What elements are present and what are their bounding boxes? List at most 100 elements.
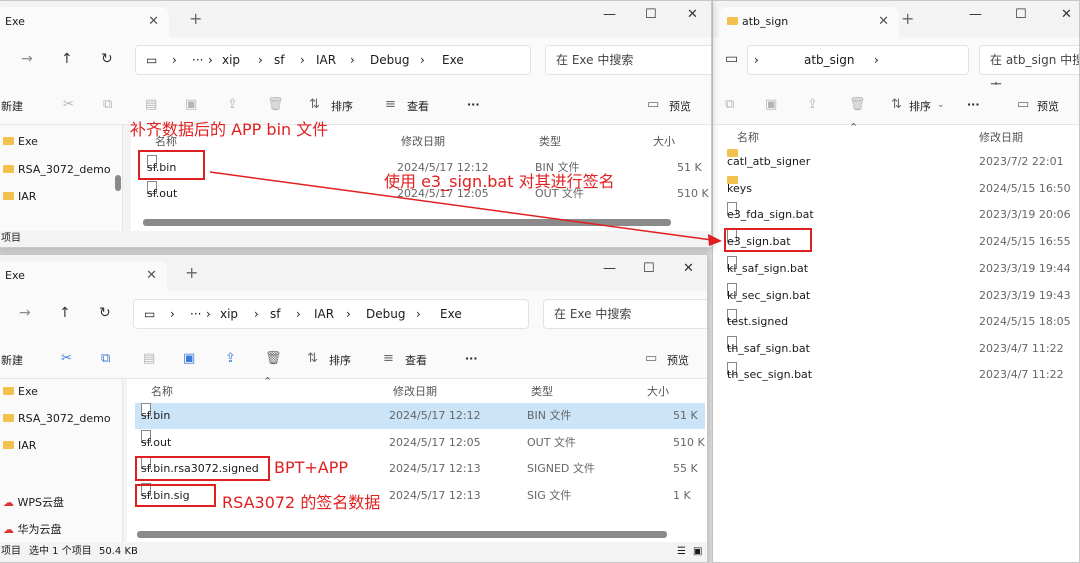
close-tab-icon[interactable]: ✕: [148, 7, 159, 37]
column-header-type[interactable]: 类型: [531, 383, 553, 399]
breadcrumb-iar[interactable]: IAR: [316, 46, 336, 74]
column-header-type[interactable]: 类型: [539, 133, 561, 149]
breadcrumb-iar[interactable]: IAR: [314, 300, 334, 328]
sidebar-scrollbar[interactable]: [115, 175, 121, 191]
new-tab-button[interactable]: +: [189, 9, 202, 28]
preview-icon[interactable]: ▭: [647, 97, 659, 112]
close-tab-icon[interactable]: ✕: [146, 261, 157, 291]
sort-button[interactable]: 排序: [331, 98, 353, 114]
new-tab-button[interactable]: +: [185, 263, 198, 282]
close-tab-icon[interactable]: ✕: [878, 7, 889, 37]
sort-button[interactable]: 排序: [909, 98, 931, 114]
table-row[interactable]: sf.out 2024/5/17 12:05 OUT 文件 510 K: [135, 430, 705, 456]
refresh-icon[interactable]: ↻: [99, 305, 111, 321]
new-button[interactable]: 新建: [1, 352, 23, 368]
preview-icon[interactable]: ▭: [1017, 97, 1029, 112]
refresh-icon[interactable]: ↻: [101, 51, 113, 67]
up-icon[interactable]: ↑: [59, 305, 71, 321]
forward-icon[interactable]: →: [19, 305, 31, 321]
close-window-button[interactable]: ✕: [1061, 7, 1072, 22]
up-icon[interactable]: ↑: [61, 51, 73, 67]
view-button[interactable]: 查看: [405, 352, 427, 368]
paste-icon[interactable]: ▤: [145, 97, 157, 112]
maximize-button[interactable]: ☐: [1015, 7, 1027, 22]
sidebar-item-wps-cloud[interactable]: ☁ WPS云盘: [3, 494, 64, 510]
view-button[interactable]: 查看: [407, 98, 429, 114]
column-header-date[interactable]: 修改日期: [393, 383, 437, 399]
sidebar-item-rsa-demo[interactable]: RSA_3072_demo: [3, 412, 111, 425]
horizontal-scrollbar[interactable]: [143, 219, 671, 226]
column-header-date[interactable]: 修改日期: [979, 129, 1023, 145]
close-window-button[interactable]: ✕: [683, 261, 694, 276]
column-header-size[interactable]: 大小: [647, 383, 669, 399]
more-button[interactable]: ···: [465, 352, 478, 365]
breadcrumb-debug[interactable]: Debug: [370, 46, 409, 74]
search-input[interactable]: 在 Exe 中搜索: [545, 45, 711, 75]
cut-icon[interactable]: ✂: [61, 351, 72, 366]
copy-icon[interactable]: ⧉: [101, 351, 110, 366]
computer-icon[interactable]: ▭: [725, 51, 738, 67]
sort-icon[interactable]: ⇅: [307, 351, 318, 366]
list-item[interactable]: kl_saf_sign.bat 2023/3/19 19:44: [723, 256, 1079, 282]
preview-icon[interactable]: ▭: [645, 351, 657, 366]
rename-icon[interactable]: ▣: [183, 351, 195, 366]
list-item[interactable]: th_saf_sign.bat 2023/4/7 11:22: [723, 336, 1079, 362]
breadcrumb-exe[interactable]: Exe: [440, 300, 462, 328]
more-button[interactable]: ···: [967, 98, 980, 111]
share-icon[interactable]: ⇪: [225, 351, 236, 366]
forward-icon[interactable]: →: [21, 51, 33, 67]
preview-button[interactable]: 预览: [667, 352, 689, 368]
minimize-button[interactable]: —: [969, 7, 982, 22]
tiles-view-icon[interactable]: ▣: [693, 542, 702, 562]
delete-icon[interactable]: 🗑: [267, 97, 284, 112]
share-icon[interactable]: ⇪: [807, 97, 818, 112]
breadcrumb-exe[interactable]: Exe: [442, 46, 464, 74]
cut-icon[interactable]: ✂: [63, 97, 74, 112]
sidebar-item-rsa-demo[interactable]: RSA_3072_demo: [3, 163, 111, 176]
sidebar-item-huawei-cloud[interactable]: ☁ 华为云盘: [3, 521, 62, 537]
new-button[interactable]: 新建: [1, 98, 23, 114]
list-item[interactable]: e3_fda_sign.bat 2023/3/19 20:06: [723, 202, 1079, 228]
column-header-date[interactable]: 修改日期: [401, 133, 445, 149]
list-item[interactable]: test.signed 2024/5/15 18:05: [723, 309, 1079, 335]
rename-icon[interactable]: ▣: [185, 97, 197, 112]
view-icon[interactable]: ≡: [385, 97, 396, 112]
tab-exe[interactable]: Exe ✕: [0, 7, 169, 37]
minimize-button[interactable]: —: [603, 261, 616, 276]
address-bar[interactable]: › atb_sign ›: [747, 45, 969, 75]
search-input[interactable]: 在 Exe 中搜索: [543, 299, 707, 329]
table-row[interactable]: sf.bin.sig 2024/5/17 12:13 SIG 文件 1 K: [135, 483, 705, 509]
list-item[interactable]: catl_atb_signer 2023/7/2 22:01: [723, 149, 1079, 175]
view-icon[interactable]: ≡: [383, 351, 394, 366]
address-bar[interactable]: ▭ › ··· › xip › sf › IAR › Debug › Exe: [133, 299, 529, 329]
preview-button[interactable]: 预览: [669, 98, 691, 114]
minimize-button[interactable]: —: [603, 7, 616, 22]
delete-icon[interactable]: 🗑: [265, 351, 282, 366]
paste-icon[interactable]: ▤: [143, 351, 155, 366]
sidebar-item-exe[interactable]: Exe: [3, 385, 38, 398]
sort-icon[interactable]: ⇅: [891, 97, 902, 112]
breadcrumb-sf[interactable]: sf: [270, 300, 280, 328]
tab-exe[interactable]: Exe ✕: [0, 261, 167, 291]
sidebar-item-iar[interactable]: IAR: [3, 190, 36, 203]
sidebar-item-iar[interactable]: IAR: [3, 439, 36, 452]
table-row-selected[interactable]: sf.bin 2024/5/17 12:12 BIN 文件 51 K: [135, 403, 705, 429]
column-header-name[interactable]: 名称: [737, 129, 759, 145]
sort-icon[interactable]: ⇅: [309, 97, 320, 112]
list-item[interactable]: kl_sec_sign.bat 2023/3/19 19:43: [723, 283, 1079, 309]
sort-button[interactable]: 排序: [329, 352, 351, 368]
list-item[interactable]: th_sec_sign.bat 2023/4/7 11:22: [723, 362, 1079, 388]
breadcrumb-ellipsis[interactable]: ···: [192, 46, 203, 74]
search-input[interactable]: 在 atb_sign 中搜索: [979, 45, 1079, 95]
breadcrumb-xip[interactable]: xip: [222, 46, 240, 74]
tab-atb-sign[interactable]: atb_sign ✕: [719, 7, 899, 37]
more-button[interactable]: ···: [467, 98, 480, 111]
copy-icon[interactable]: ⧉: [725, 97, 734, 112]
rename-icon[interactable]: ▣: [765, 97, 777, 112]
share-icon[interactable]: ⇪: [227, 97, 238, 112]
breadcrumb-debug[interactable]: Debug: [366, 300, 405, 328]
sidebar-item-exe[interactable]: Exe: [3, 135, 38, 148]
maximize-button[interactable]: ☐: [643, 261, 655, 276]
maximize-button[interactable]: ☐: [645, 7, 657, 22]
horizontal-scrollbar[interactable]: [137, 531, 667, 538]
